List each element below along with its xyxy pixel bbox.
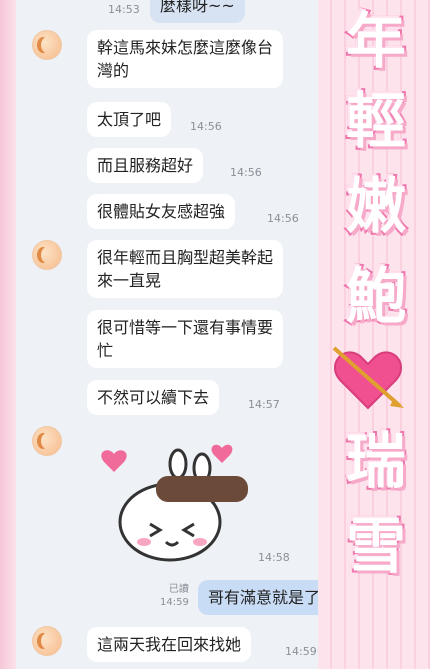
heart-icon: [101, 450, 127, 472]
message-bubble[interactable]: 很體貼女友感超強: [87, 194, 236, 229]
contact-avatar[interactable]: [32, 626, 62, 656]
message-bubble-top[interactable]: 麼樣呀~~: [150, 0, 245, 23]
message-time: 14:56: [267, 212, 299, 225]
message-line: 灣的: [97, 61, 130, 80]
deco-char: 年: [344, 5, 408, 79]
message-line: 忙: [97, 341, 114, 360]
bunny-sticker[interactable]: [100, 438, 250, 563]
heart-icon: [211, 444, 233, 463]
deco-char: 雪: [344, 510, 408, 584]
message-bubble[interactable]: 而且服務超好: [87, 148, 204, 183]
deco-char: 瑞: [344, 425, 408, 499]
message-time: 14:53: [108, 3, 140, 16]
message-text: 哥有滿意就是了: [208, 588, 321, 607]
message-time: 14:56: [190, 120, 222, 133]
message-time: 14:57: [248, 398, 280, 411]
message-time: 14:58: [258, 551, 290, 564]
contact-avatar[interactable]: [32, 30, 62, 60]
message-time: 14:59: [160, 597, 189, 608]
message-line: 幹這馬來妹怎麼這麼像台: [97, 38, 274, 57]
message-line: 來一直晃: [97, 271, 162, 290]
message-line: 很可惜等一下還有事情要: [97, 318, 274, 337]
deco-char: 輕: [344, 85, 408, 159]
read-label: 已讀: [168, 584, 189, 595]
message-bubble[interactable]: 幹這馬來妹怎麼這麼像台 灣的: [87, 30, 284, 88]
message-bubble[interactable]: 這兩天我在回來找她: [87, 627, 252, 662]
message-time: 14:56: [230, 166, 262, 179]
message-bubble[interactable]: 不然可以續下去: [87, 380, 220, 415]
message-bubble[interactable]: 很可惜等一下還有事情要 忙: [87, 310, 284, 368]
contact-avatar[interactable]: [32, 426, 62, 456]
deco-char: 嫩: [344, 170, 408, 244]
read-receipt: 已讀 14:59: [160, 583, 189, 609]
message-time: 14:59: [285, 645, 317, 658]
heart-arrow-icon: [332, 346, 404, 410]
message-bubble[interactable]: 太頂了吧: [87, 102, 172, 137]
left-pink-border: [0, 0, 16, 669]
message-bubble[interactable]: 很年輕而且胸型超美幹起 來一直晃: [87, 240, 284, 298]
deco-char: 鮑: [344, 260, 408, 334]
message-line: 很年輕而且胸型超美幹起: [97, 248, 274, 267]
contact-avatar[interactable]: [32, 240, 62, 270]
